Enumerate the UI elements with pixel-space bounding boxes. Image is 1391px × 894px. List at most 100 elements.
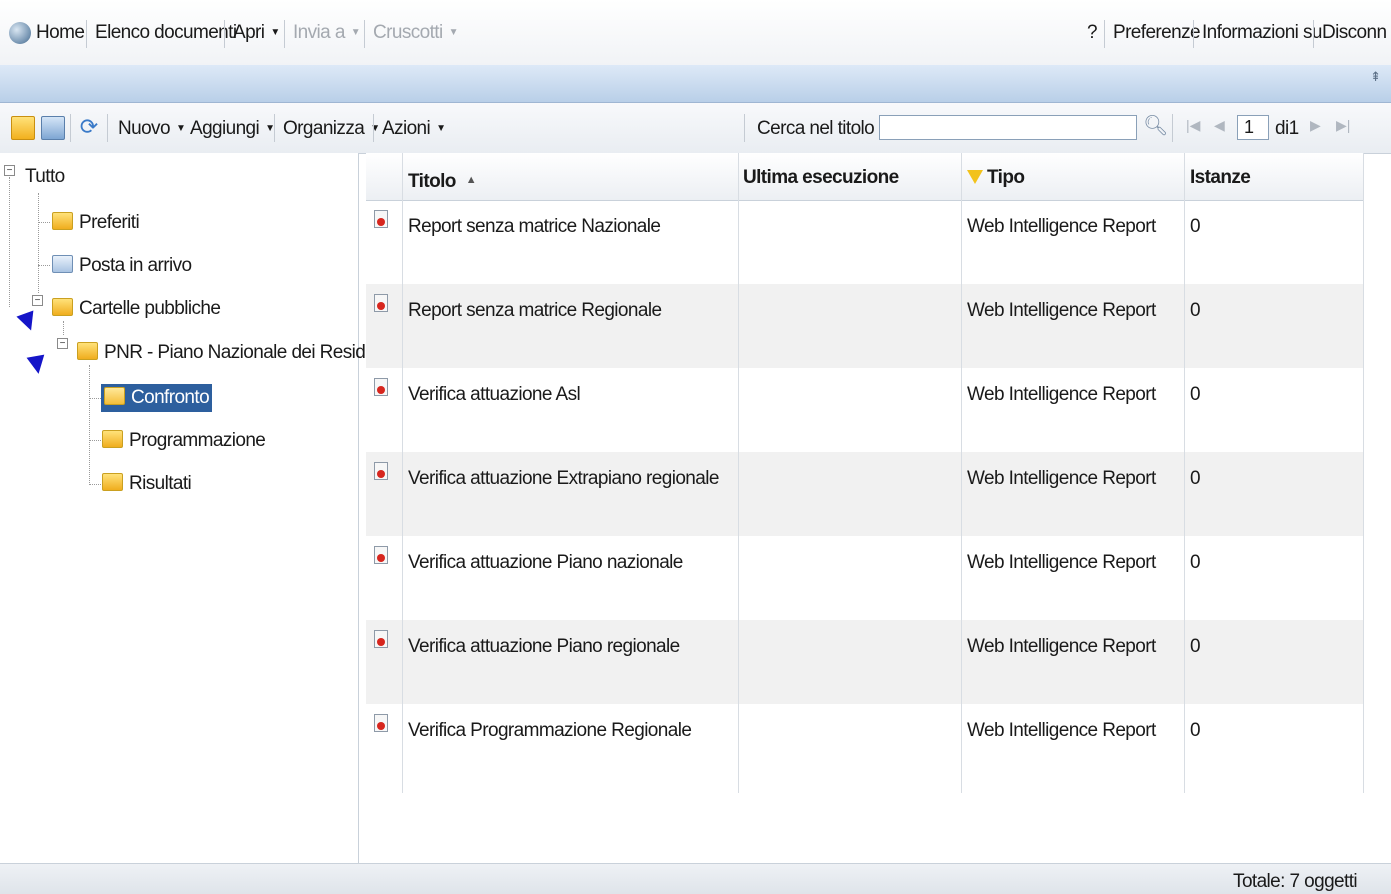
column-header-title[interactable]: Titolo ▲ <box>408 171 477 193</box>
row-title[interactable]: Report senza matrice Regionale <box>408 300 662 322</box>
total-objects-label: Totale: 7 oggetti <box>1233 871 1358 892</box>
web-intelligence-report-icon <box>374 210 388 228</box>
row-title[interactable]: Verifica attuazione Piano regionale <box>408 636 680 658</box>
tree-node-confronto[interactable]: Confronto <box>101 384 213 412</box>
add-menu-label: Aggiungi <box>190 118 260 140</box>
organize-menu[interactable]: Organizza ▼ <box>283 117 380 141</box>
row-instances: 0 <box>1190 468 1201 489</box>
tree-node-label: PNR - Piano Nazionale dei Residui <box>104 342 379 363</box>
refresh-icon[interactable]: ⟳ <box>78 116 100 138</box>
tree-node-risultati[interactable]: Risultati <box>102 471 192 497</box>
table-row[interactable]: Verifica attuazione Piano nazionale Web I… <box>366 536 1364 620</box>
menu-divider <box>364 20 365 48</box>
column-header-label: Tipo <box>987 167 1025 188</box>
toolbar-divider <box>107 114 108 142</box>
send-to-menu-label: Invia a <box>293 22 345 44</box>
page-number-input[interactable]: 1 <box>1237 115 1269 140</box>
collapse-icon[interactable]: − <box>4 165 15 176</box>
row-title[interactable]: Verifica attuazione Extrapiano regionale <box>408 468 719 490</box>
sort-ascending-icon: ▲ <box>465 174 477 186</box>
new-menu[interactable]: Nuovo ▼ <box>118 117 186 141</box>
previous-page-icon[interactable]: ◀ <box>1214 117 1225 134</box>
toolbar-divider <box>744 114 745 142</box>
inbox-icon <box>52 255 73 273</box>
categories-view-icon[interactable] <box>41 116 65 140</box>
documents-list-link[interactable]: Elenco documenti <box>95 20 237 46</box>
menu-divider <box>224 20 225 48</box>
column-divider <box>1363 153 1364 793</box>
search-input[interactable] <box>879 115 1137 140</box>
column-divider <box>1184 153 1185 793</box>
send-to-menu[interactable]: Invia a ▼ <box>293 20 361 46</box>
favorites-folder-icon <box>52 212 73 230</box>
folder-icon <box>102 430 123 448</box>
tree-connector <box>89 365 90 485</box>
tree-node-programmazione[interactable]: Programmazione <box>102 428 266 454</box>
row-title[interactable]: Report senza matrice Nazionale <box>408 216 661 238</box>
collapse-icon[interactable]: − <box>57 338 68 349</box>
next-page-icon[interactable]: ▶ <box>1310 117 1321 134</box>
open-folder-icon <box>104 387 125 405</box>
actions-menu[interactable]: Azioni ▼ <box>382 117 446 141</box>
open-menu[interactable]: Apri ▼ <box>233 20 280 46</box>
tree-node-favorites[interactable]: Preferiti <box>52 210 140 236</box>
new-menu-label: Nuovo <box>118 118 171 140</box>
collapse-pin-icon[interactable]: ⇞ <box>1370 69 1381 85</box>
table-row[interactable]: Verifica attuazione Extrapiano regionale… <box>366 452 1364 536</box>
search-icon[interactable]: 🔍︎ <box>1143 113 1168 138</box>
chevron-down-icon: ▼ <box>270 27 280 38</box>
tree-connector <box>89 484 101 485</box>
search-scope-label: Cerca nel titolo <box>757 118 875 140</box>
chevron-down-icon: ▼ <box>350 27 361 38</box>
collapse-icon[interactable]: − <box>32 295 43 306</box>
table-row[interactable]: Verifica attuazione Asl Web Intelligence … <box>366 368 1364 452</box>
column-header-type[interactable]: Tipo <box>967 167 1025 189</box>
column-header-instances[interactable]: Istanze <box>1190 167 1251 189</box>
table-row[interactable]: Verifica Programmazione Regionale Web Int… <box>366 704 1364 788</box>
row-title[interactable]: Verifica attuazione Piano nazionale <box>408 552 683 574</box>
web-intelligence-report-icon <box>374 714 388 732</box>
tree-node-label: Confronto <box>131 387 210 408</box>
tree-node-pnr[interactable]: PNR - Piano Nazionale dei Residui <box>77 340 379 366</box>
table-row[interactable]: Report senza matrice Nazionale Web Intell… <box>366 200 1364 284</box>
column-divider <box>402 153 403 793</box>
table-header: Titolo ▲ Ultima esecuzione Tipo Istanze <box>366 153 1364 201</box>
web-intelligence-report-icon <box>374 546 388 564</box>
organize-menu-label: Organizza <box>283 118 365 140</box>
column-header-label: Titolo <box>408 171 456 192</box>
tree-connector <box>63 321 64 335</box>
web-intelligence-report-icon <box>374 462 388 480</box>
home-link[interactable]: Home <box>36 20 85 46</box>
preferences-link[interactable]: Preferenze <box>1113 20 1201 46</box>
row-title[interactable]: Verifica Programmazione Regionale <box>408 720 692 742</box>
table-row[interactable]: Verifica attuazione Piano regionale Web I… <box>366 620 1364 704</box>
column-header-last-run[interactable]: Ultima esecuzione <box>743 167 899 189</box>
column-divider <box>738 153 739 793</box>
tree-node-root[interactable]: Tutto <box>25 164 65 190</box>
first-page-icon[interactable]: |◀ <box>1186 117 1200 134</box>
document-list: Titolo ▲ Ultima esecuzione Tipo Istanze R… <box>366 153 1364 863</box>
about-link[interactable]: Informazioni su <box>1202 20 1322 46</box>
toolbar-divider <box>274 114 275 142</box>
toolbar-divider <box>1172 114 1173 142</box>
search-scope-dropdown[interactable]: Cerca nel titolo▼ <box>757 117 890 141</box>
add-menu[interactable]: Aggiungi ▼ <box>190 117 275 141</box>
row-type: Web Intelligence Report <box>967 636 1156 657</box>
tree-node-label: Preferiti <box>79 212 140 233</box>
menu-divider <box>86 20 87 48</box>
dashboards-menu[interactable]: Cruscotti ▼ <box>373 20 458 46</box>
menu-divider <box>1313 20 1314 48</box>
toolbar-divider <box>70 114 71 142</box>
help-link[interactable]: ? <box>1087 20 1098 46</box>
last-page-icon[interactable]: ▶| <box>1336 117 1350 134</box>
row-title[interactable]: Verifica attuazione Asl <box>408 384 581 406</box>
tree-connector <box>9 177 10 307</box>
folder-view-icon[interactable] <box>11 116 35 140</box>
logout-link[interactable]: Disconn <box>1322 20 1387 46</box>
row-type: Web Intelligence Report <box>967 384 1156 405</box>
tree-node-public-folders[interactable]: Cartelle pubbliche <box>52 296 221 322</box>
tree-node-inbox[interactable]: Posta in arrivo <box>52 253 192 279</box>
toolbar-divider <box>373 114 374 142</box>
annotation-arrow-icon <box>16 310 40 334</box>
table-row[interactable]: Report senza matrice Regionale Web Intell… <box>366 284 1364 368</box>
